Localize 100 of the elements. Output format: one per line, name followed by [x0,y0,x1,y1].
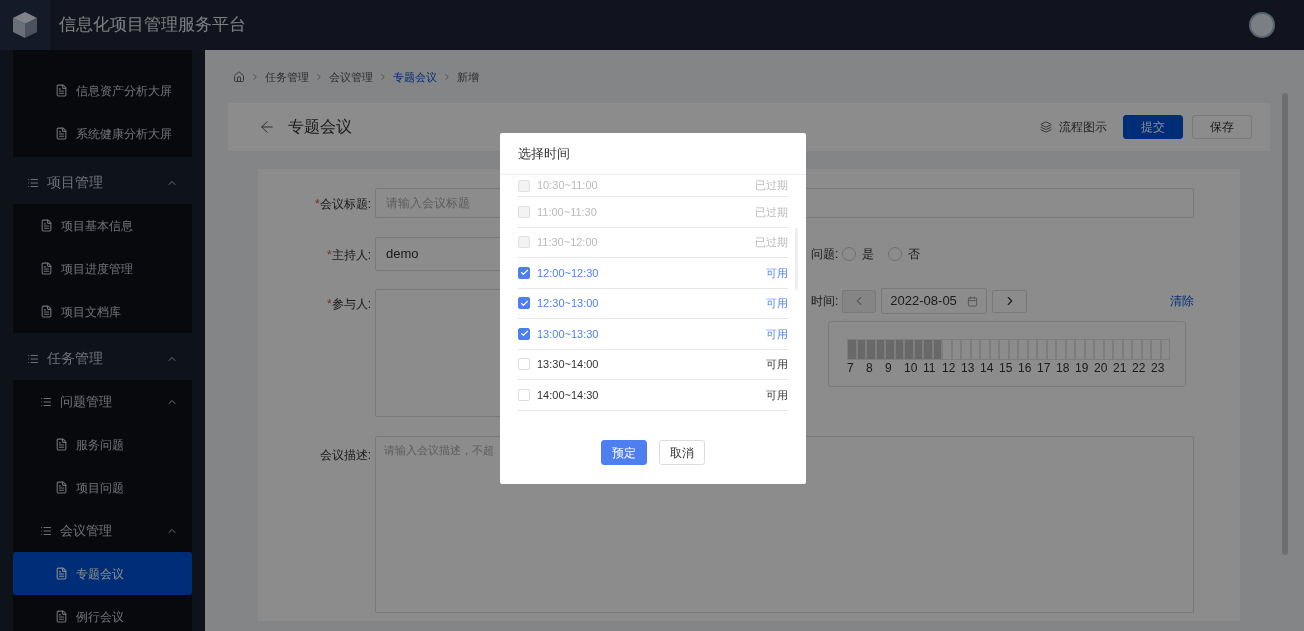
breadcrumb-item: 新增 [457,69,479,85]
hour-label: 18 [1056,360,1071,376]
hour-label: 22 [1132,360,1147,376]
slot-status: 已过期 [755,235,788,250]
calendar-icon [967,295,979,307]
breadcrumb-item: 任务管理 [265,69,309,85]
slot-status: 可用 [766,326,788,342]
checkbox[interactable] [518,266,530,279]
time-range: 12:00~12:30 [537,265,600,281]
document-icon [55,84,68,97]
slot-status: 可用 [766,296,788,311]
separator-icon [378,72,388,82]
previous-day-button[interactable] [842,289,877,313]
slot-status: 已过期 [755,204,788,220]
sidebar-group-header[interactable]: 问题管理 [13,380,192,423]
hour-label: 21 [1113,360,1128,376]
flow-chart-link[interactable]: 流程图示 [1059,118,1107,136]
list-icon [40,395,52,408]
time-range: 12:30~13:00 [537,296,600,311]
slot-status: 可用 [766,265,788,281]
time-range: 13:00~13:30 [537,326,600,342]
time-range: 13:30~14:00 [537,357,600,372]
time-slot-row[interactable]: 12:30~13:00 可用 [518,288,788,319]
radio-option[interactable]: 是 [842,245,875,263]
logo-icon [0,0,50,50]
hour-label: 13 [961,360,976,376]
checkbox[interactable] [518,327,530,340]
layers-icon [1040,121,1052,133]
slot-status: 可用 [766,387,788,403]
separator-icon [442,72,452,82]
sidebar-item[interactable]: 信息资产分析大屏 [13,69,192,112]
slot-status: 已过期 [755,178,788,194]
field-label: *主持人: [327,248,371,262]
time-range: 11:30~12:00 [537,235,599,250]
checkbox[interactable] [518,297,530,310]
page-title: 专题会议 [288,117,352,137]
user-avatar[interactable] [1249,12,1275,38]
time-slot-row[interactable]: 14:00~14:30 可用 [518,380,788,411]
app-title: 信息化项目管理服务平台 [59,14,246,37]
sidebar-group-header[interactable]: 项目管理 [0,161,205,204]
field-label: 会议描述: [319,448,371,462]
document-icon [55,481,68,494]
field-label: 时间: [811,293,839,310]
field-label: *参与人: [327,297,371,311]
time-slot-row[interactable]: 13:00~13:30 可用 [518,319,788,350]
document-icon [55,438,68,451]
sidebar-group-header[interactable]: 会议管理 [13,509,192,552]
sidebar-group-header[interactable]: 任务管理 [0,337,205,380]
list-icon [27,352,39,365]
field-label: *会议标题: [315,197,371,211]
document-icon [55,567,68,580]
time-range: 11:00~11:30 [537,204,598,220]
sidebar-item[interactable]: 例行会议 [13,595,192,631]
field-label: 问题: [811,246,839,263]
sidebar-item[interactable]: 项目问题 [13,466,192,509]
sidebar-item[interactable]: 专题会议 [13,552,192,595]
home-icon[interactable] [233,71,245,83]
sidebar-item[interactable]: 项目文档库 [13,290,192,333]
list-icon [40,524,52,537]
secondary-button[interactable]: 取消 [659,440,705,465]
hour-label: 23 [1151,360,1166,376]
time-slot-row[interactable]: 13:30~14:00 可用 [518,349,788,380]
hour-label: 12 [942,360,957,376]
document-icon [40,262,53,275]
hour-label: 9 [885,360,893,376]
slot-status: 可用 [766,357,788,372]
time-slot-row[interactable]: 12:00~12:30 可用 [518,258,788,289]
separator-icon [250,72,260,82]
document-icon [55,127,68,140]
separator-icon [314,72,324,82]
primary-button[interactable]: 提交 [1123,115,1183,139]
sidebar-item[interactable]: 系统健康分析大屏 [13,112,192,155]
sidebar-item[interactable]: 服务问题 [13,423,192,466]
sidebar-item[interactable]: 项目基本信息 [13,204,192,247]
next-day-button[interactable] [992,289,1028,313]
document-icon [40,305,53,318]
hour-label: 20 [1094,360,1109,376]
hour-label: 15 [999,360,1014,376]
date-input[interactable]: 2022-08-05 [881,288,988,314]
document-icon [40,219,53,232]
breadcrumb-link[interactable]: 专题会议 [393,68,437,86]
time-range: 14:00~14:30 [537,387,600,403]
hour-label: 11 [923,360,937,376]
hour-label: 16 [1018,360,1033,376]
radio-option[interactable]: 否 [888,245,921,263]
hour-label: 10 [904,360,919,376]
primary-button[interactable]: 预定 [601,440,647,465]
hour-label: 14 [980,360,995,376]
time-range: 10:30~11:00 [537,178,599,194]
secondary-button[interactable]: 保存 [1192,115,1252,139]
breadcrumb-item: 会议管理 [329,69,373,85]
hour-label: 17 [1037,360,1052,376]
document-icon [55,610,68,623]
hour-label: 19 [1075,360,1090,376]
hour-label: 7 [847,360,855,376]
dialog-title: 选择时间 [500,133,806,175]
clear-link[interactable]: 清除 [1170,292,1194,310]
hour-label: 8 [866,360,874,376]
sidebar-item[interactable]: 项目进度管理 [13,247,192,290]
list-icon [27,176,39,189]
